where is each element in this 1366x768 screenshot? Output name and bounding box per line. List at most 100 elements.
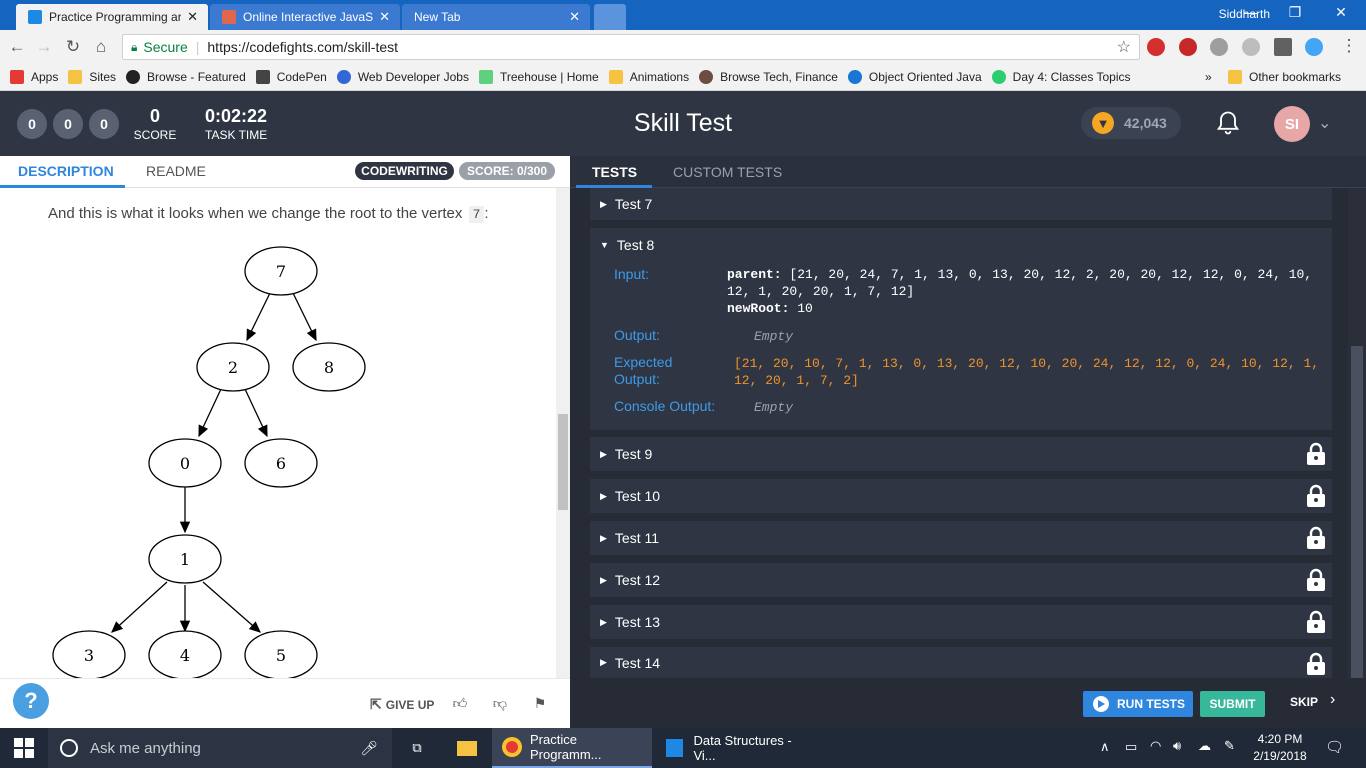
- test-title: Test 12: [614, 572, 661, 588]
- forward-icon[interactable]: →: [33, 37, 55, 57]
- tab-readme[interactable]: README: [146, 163, 206, 179]
- bookmark-apps[interactable]: Apps: [10, 70, 58, 84]
- file-explorer-icon[interactable]: [450, 728, 484, 768]
- back-icon[interactable]: ←: [6, 37, 28, 57]
- give-up-button[interactable]: ⇱ GIVE UP: [370, 696, 434, 713]
- task-view-icon[interactable]: ⧉: [404, 728, 430, 768]
- close-window-icon[interactable]: ✕: [1326, 4, 1356, 21]
- folder-icon: [68, 70, 83, 84]
- bookmark-codepen[interactable]: CodePen: [255, 70, 327, 84]
- wifi-icon[interactable]: ◠: [1150, 738, 1161, 754]
- chevron-up-icon[interactable]: ∧: [1100, 739, 1110, 755]
- extension-icon[interactable]: [1179, 38, 1197, 56]
- battery-icon[interactable]: ▭: [1125, 739, 1137, 755]
- inline-code: 7: [468, 206, 485, 223]
- minimize-icon[interactable]: —: [1236, 4, 1266, 20]
- home-icon[interactable]: ⌂: [90, 37, 112, 57]
- system-clock[interactable]: 4:20 PM 2/19/2018: [1248, 731, 1312, 765]
- other-bookmarks[interactable]: Other bookmarks: [1228, 70, 1341, 84]
- help-button[interactable]: ?: [13, 683, 49, 719]
- chrome-menu-icon[interactable]: ⋮: [1338, 36, 1360, 56]
- test-item-locked[interactable]: ▶ Test 12: [590, 563, 1332, 597]
- lock-icon: [1307, 610, 1325, 633]
- extension-icon[interactable]: [1210, 38, 1228, 56]
- description-text: And this is what it looks when we change…: [48, 205, 489, 223]
- test-item-8-header[interactable]: ▼ Test 8: [590, 228, 1332, 262]
- bookmark-webdev-jobs[interactable]: Web Developer Jobs: [336, 70, 469, 84]
- bookmark-animations[interactable]: Animations: [608, 70, 689, 84]
- new-tab-button[interactable]: [594, 4, 626, 30]
- bookmark-star-icon[interactable]: ☆: [1117, 37, 1131, 57]
- tests-scrollbar-thumb[interactable]: [1351, 346, 1363, 678]
- test-title: Test 14: [614, 654, 661, 671]
- tab-custom-tests[interactable]: CUSTOM TESTS: [673, 164, 782, 180]
- lock-icon: 🔒︎: [131, 39, 138, 54]
- submit-button[interactable]: SUBMIT: [1200, 691, 1265, 717]
- tab-description[interactable]: DESCRIPTION: [18, 163, 114, 179]
- thumbs-down-icon[interactable]: 👎︎: [492, 695, 508, 711]
- codefights-favicon-icon: [28, 10, 42, 24]
- more-bookmarks-button[interactable]: »: [1205, 70, 1212, 84]
- chevron-down-icon[interactable]: ⌄: [1318, 113, 1331, 133]
- bookmark-browse-featured[interactable]: Browse - Featured: [126, 70, 246, 84]
- tree-node-label: 0: [180, 454, 190, 473]
- tree-edge: [198, 388, 222, 438]
- caret-right-icon: ▶: [600, 490, 607, 501]
- bookmark-day4[interactable]: Day 4: Classes Topics: [991, 70, 1130, 84]
- tab-tests[interactable]: TESTS: [592, 164, 637, 180]
- skip-button[interactable]: SKIP: [1290, 695, 1318, 709]
- test-item-locked[interactable]: ▶ Test 14: [590, 647, 1332, 678]
- taskbar-app-vscode[interactable]: Data Structures - Vi...: [654, 728, 814, 768]
- caret-right-icon: ▶: [600, 616, 607, 627]
- test-item-locked[interactable]: ▶ Test 10: [590, 479, 1332, 513]
- app-header: 0 0 0 0 SCORE 0:02:22 TASK TIME Skill Te…: [0, 91, 1366, 156]
- console-output-label: Console Output:: [614, 398, 716, 414]
- react-devtools-icon[interactable]: [1305, 38, 1323, 56]
- bookmark-oop-java[interactable]: Object Oriented Java: [847, 70, 982, 84]
- volume-icon[interactable]: 🔊︎: [1173, 738, 1181, 754]
- bookmarks-bar: Apps Sites Browse - Featured CodePen Web…: [0, 64, 1366, 91]
- cortana-search-box[interactable]: Ask me anything 🎤︎: [48, 728, 392, 768]
- thumbs-up-icon[interactable]: 👍︎: [452, 695, 468, 711]
- bookmark-sites[interactable]: Sites: [68, 70, 116, 84]
- mail-icon[interactable]: [1274, 38, 1292, 56]
- tree-edge: [292, 292, 317, 342]
- taskbar-app-chrome[interactable]: Practice Programm...: [492, 728, 652, 768]
- coins-badge[interactable]: ▼ 42,043: [1081, 107, 1181, 139]
- flag-icon[interactable]: ⚑: [532, 695, 548, 711]
- tree-edge: [244, 388, 268, 438]
- site-icon: [847, 70, 862, 84]
- test-title: Test 8: [616, 237, 655, 253]
- close-tab-icon[interactable]: ✕: [569, 9, 580, 25]
- restore-icon[interactable]: ❐: [1280, 4, 1310, 21]
- reload-icon[interactable]: ↻: [62, 37, 84, 57]
- onedrive-icon[interactable]: ☁: [1198, 738, 1211, 754]
- pen-icon[interactable]: ✎: [1224, 738, 1235, 754]
- test-item-7[interactable]: ▶ Test 7: [590, 188, 1332, 220]
- test-item-locked[interactable]: ▶ Test 13: [590, 605, 1332, 639]
- description-scrollbar-thumb[interactable]: [558, 414, 568, 510]
- test-item-locked[interactable]: ▶ Test 11: [590, 521, 1332, 555]
- browser-tab-online-js[interactable]: Online Interactive JavaSc ✕: [210, 4, 400, 30]
- action-center-icon[interactable]: 🗨︎: [1325, 738, 1344, 756]
- avatar[interactable]: SI: [1274, 106, 1310, 142]
- extension-icon[interactable]: [1242, 38, 1260, 56]
- close-tab-icon[interactable]: ✕: [379, 9, 390, 25]
- output-label: Output:: [614, 327, 660, 343]
- lock-icon: [1307, 484, 1325, 507]
- close-tab-icon[interactable]: ✕: [187, 9, 198, 25]
- tests-footer: RUN TESTS SUBMIT SKIP ›: [570, 678, 1366, 728]
- run-tests-button[interactable]: RUN TESTS: [1083, 691, 1193, 717]
- bookmark-browse-tech[interactable]: Browse Tech, Finance: [699, 70, 838, 84]
- notification-bell-icon[interactable]: [1214, 109, 1242, 137]
- windows-start-icon[interactable]: [14, 738, 34, 758]
- chevron-right-icon[interactable]: ›: [1330, 691, 1335, 709]
- microphone-icon[interactable]: 🎤︎: [360, 740, 378, 757]
- browser-tab-practice[interactable]: Practice Programming ar ✕: [16, 4, 208, 30]
- adblock-icon[interactable]: [1147, 38, 1165, 56]
- bookmark-treehouse[interactable]: Treehouse | Home: [478, 70, 599, 84]
- browser-tab-new[interactable]: New Tab ✕: [402, 4, 590, 30]
- url-bar[interactable]: 🔒︎ Secure | https://codefights.com/skill…: [122, 34, 1140, 60]
- url-text[interactable]: https://codefights.com/skill-test: [207, 39, 398, 55]
- test-item-locked[interactable]: ▶ Test 9: [590, 437, 1332, 471]
